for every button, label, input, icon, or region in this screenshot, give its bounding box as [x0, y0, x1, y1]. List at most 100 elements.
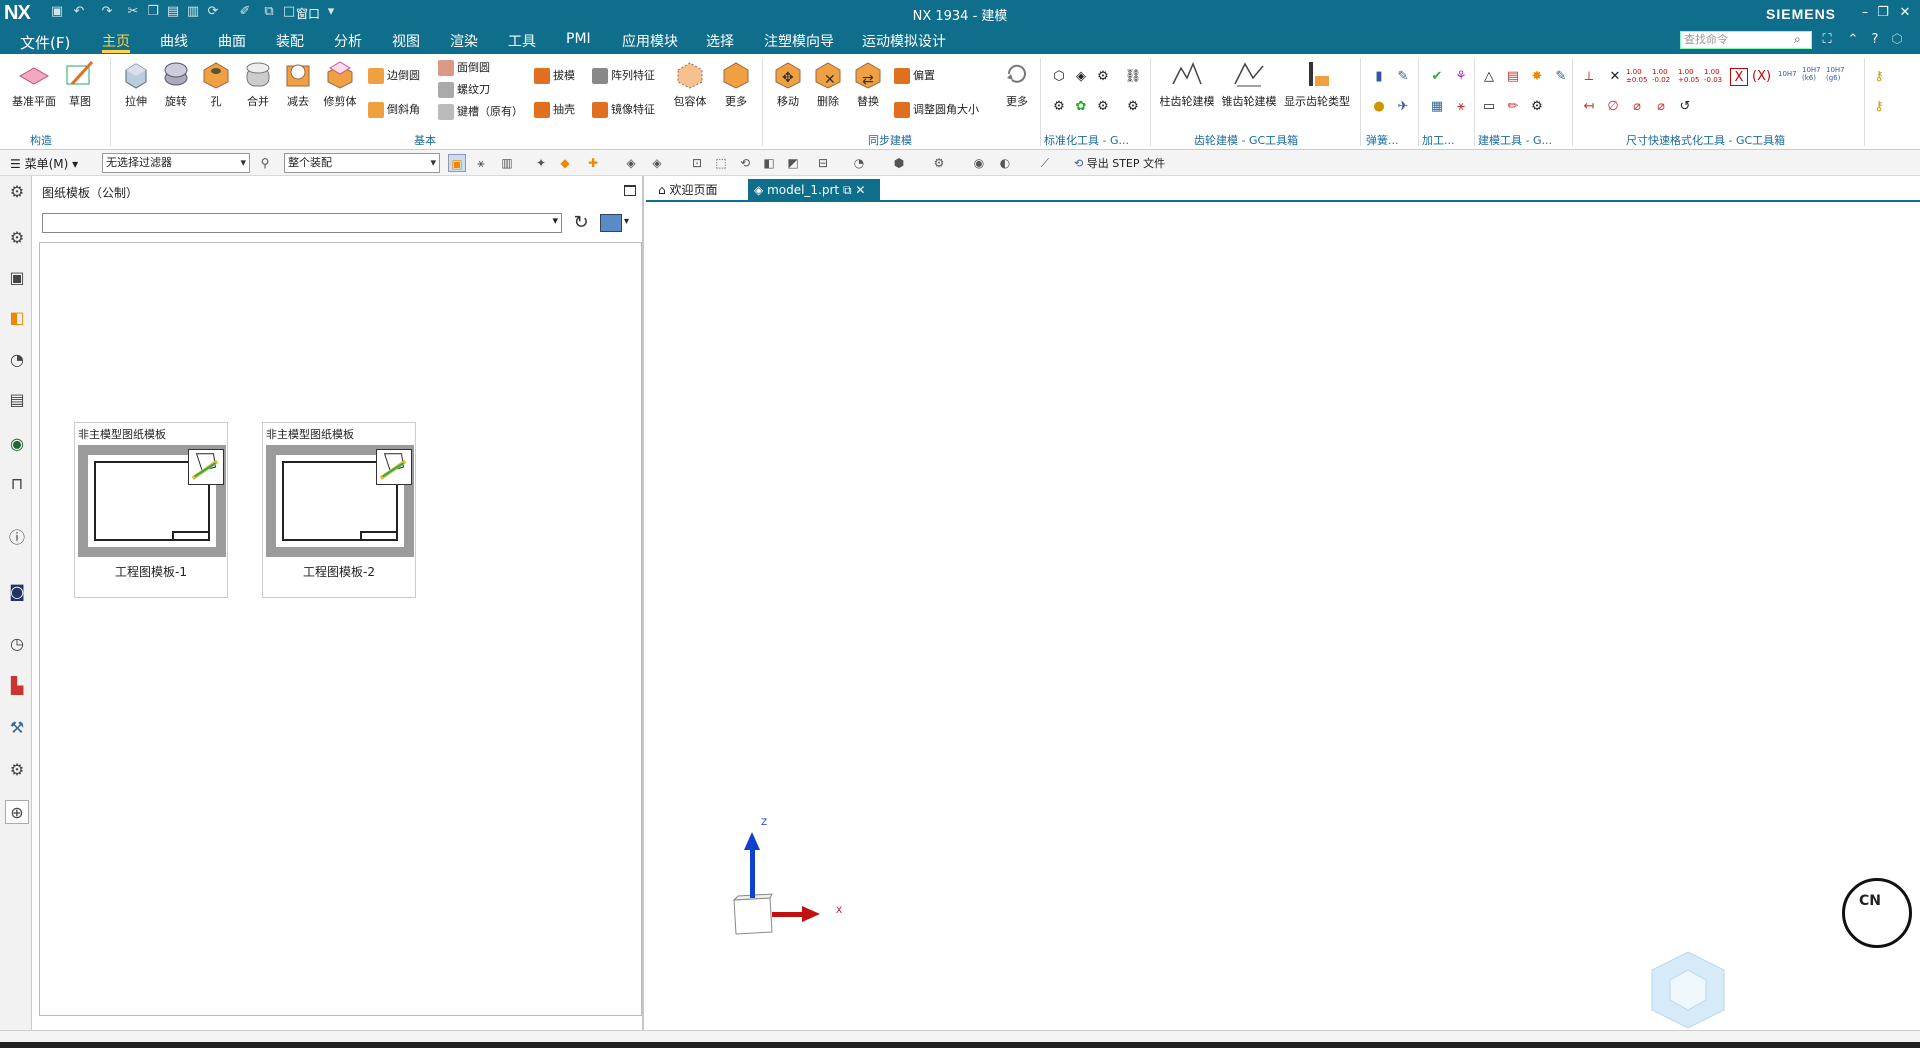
measure-icon[interactable]: ⟋: [1036, 154, 1054, 172]
view-orient-icon[interactable]: ◧: [760, 154, 778, 172]
dim-format-icon[interactable]: ↤: [1580, 98, 1598, 116]
shaded-icon[interactable]: ⬢: [890, 154, 908, 172]
web-browser-icon[interactable]: ◉: [5, 432, 29, 456]
dim-format-icon[interactable]: ✕: [1606, 68, 1624, 86]
filter-funnel-icon[interactable]: ⚲: [256, 154, 274, 172]
pattern-feature-button[interactable]: 阵列特征: [592, 66, 655, 86]
tab-motion-design[interactable]: 运动模拟设计: [862, 31, 946, 53]
modeling-tool-icon[interactable]: ✏: [1504, 98, 1522, 116]
select-features-icon[interactable]: ▣: [448, 154, 466, 172]
move-face-button[interactable]: ✥ 移动: [768, 58, 808, 109]
tolerance-1-button[interactable]: 1.00 ±0.05: [1626, 68, 1650, 84]
std-tool-icon[interactable]: ✿: [1072, 98, 1090, 116]
thread-button[interactable]: 螺纹刀: [438, 80, 490, 100]
ribbon-options-icon[interactable]: ⬡: [1886, 30, 1908, 50]
tab-mold-wizard[interactable]: 注塑模向导: [764, 31, 834, 53]
sketch-button[interactable]: 草图: [60, 58, 100, 109]
view-frame-icon[interactable]: ⊟: [814, 154, 832, 172]
subtract-button[interactable]: 减去: [278, 58, 318, 109]
modeling-tool-icon[interactable]: ▤: [1504, 68, 1522, 86]
view-fit-icon[interactable]: ⊡: [688, 154, 706, 172]
std-tool-icon[interactable]: ⚙: [1094, 68, 1112, 86]
dim-reset-icon[interactable]: ↺: [1676, 98, 1694, 116]
tab-pin-icon[interactable]: ⧉: [843, 183, 852, 197]
wrap-body-button[interactable]: 包容体: [668, 58, 712, 109]
file-menu[interactable]: 文件(F): [20, 32, 70, 53]
restore-icon[interactable]: ❐: [1872, 3, 1894, 23]
tab-view[interactable]: 视图: [392, 31, 420, 53]
hd3d-tools-icon[interactable]: ▤: [5, 388, 29, 412]
component-filter-icon[interactable]: ▥: [498, 154, 516, 172]
maximize-panel-icon[interactable]: [624, 185, 636, 196]
replace-face-button[interactable]: ⇄ 替换: [848, 58, 888, 109]
modeling-tool-icon[interactable]: ⚙: [1528, 98, 1546, 116]
tolerance-4-button[interactable]: 1.00 -0.03: [1704, 68, 1728, 84]
snap-icon[interactable]: ✚: [584, 154, 602, 172]
tab-pmi[interactable]: PMI: [566, 31, 591, 53]
machining-tool-icon[interactable]: ⚘: [1452, 68, 1470, 86]
reuse-library-icon[interactable]: ◔: [5, 348, 29, 372]
command-search-input[interactable]: 查找命令: [1680, 31, 1812, 49]
fit-2-button[interactable]: 10H7 (k6): [1802, 66, 1822, 82]
refresh-icon[interactable]: ↻: [570, 212, 592, 234]
face-blend-button[interactable]: 面倒圆: [438, 58, 490, 78]
std-tool-icon[interactable]: ⬡: [1050, 68, 1068, 86]
tab-surface[interactable]: 曲面: [218, 31, 246, 53]
search-icon[interactable]: ⌕: [1794, 32, 1810, 48]
bevel-gear-button[interactable]: 锥齿轮建模: [1218, 58, 1280, 109]
tab-assembly[interactable]: 装配: [276, 31, 304, 53]
history-icon[interactable]: ⊓: [5, 472, 29, 496]
std-tool-icon[interactable]: ⚙: [1094, 98, 1112, 116]
delete-face-button[interactable]: ✕ 删除: [808, 58, 848, 109]
drawing-templates-icon[interactable]: ⊕: [5, 800, 29, 824]
unite-button[interactable]: 合并: [238, 58, 278, 109]
dim-format-icon[interactable]: ⌀: [1652, 98, 1670, 116]
tab-tools[interactable]: 工具: [508, 31, 536, 53]
template-card[interactable]: 非主模型图纸模板 工程图模板-2: [262, 422, 416, 598]
spring-tool-icon[interactable]: ▮: [1370, 68, 1388, 86]
snap-icon[interactable]: ✦: [532, 154, 550, 172]
collapse-ribbon-icon[interactable]: ⌃: [1842, 30, 1864, 50]
sync-more-button[interactable]: 更多: [998, 58, 1036, 109]
trim-body-button[interactable]: 修剪体: [318, 58, 362, 109]
revolve-button[interactable]: 旋转: [156, 58, 196, 109]
view-mode-dropdown-icon[interactable]: ▾: [624, 216, 629, 227]
modeling-tool-icon[interactable]: ✎: [1552, 68, 1570, 86]
show-hide-icon[interactable]: ◉: [970, 154, 988, 172]
resize-blend-button[interactable]: 调整圆角大小: [894, 100, 979, 120]
machining-tool-icon[interactable]: ⚹: [1452, 98, 1470, 116]
fullscreen-icon[interactable]: ⛶: [1816, 30, 1838, 50]
system-materials-icon[interactable]: ◙: [5, 580, 29, 604]
tab-home[interactable]: 主页: [102, 31, 130, 53]
tab-close-icon[interactable]: ✕: [855, 183, 865, 197]
template-card[interactable]: 非主模型图纸模板 工程图模板-1: [74, 422, 228, 598]
spring-tool-icon[interactable]: ✎: [1394, 68, 1412, 86]
basic-dim-icon[interactable]: X: [1730, 68, 1748, 86]
fit-3-button[interactable]: 10H7 (g6): [1826, 66, 1846, 82]
dim-format-icon[interactable]: ∅: [1604, 98, 1622, 116]
render-style-icon[interactable]: ◔: [850, 154, 868, 172]
std-tool-icon[interactable]: ⚙: [1050, 98, 1068, 116]
draft-button[interactable]: 拔模: [534, 66, 575, 86]
show-gear-type-button[interactable]: 显示齿轮类型: [1280, 58, 1354, 109]
tolerance-2-button[interactable]: 1.00 -0.02: [1652, 68, 1676, 84]
modeling-tool-icon[interactable]: ▭: [1480, 98, 1498, 116]
mold-wizard-icon[interactable]: ⚙: [5, 758, 29, 782]
cyl-gear-button[interactable]: 柱齿轮建模: [1156, 58, 1218, 109]
tolerance-3-button[interactable]: 1.00 +0.05: [1678, 68, 1702, 84]
std-tool-icon[interactable]: ⚙: [1124, 98, 1142, 116]
tab-analysis[interactable]: 分析: [334, 31, 362, 53]
chamfer-button[interactable]: 倒斜角: [368, 100, 420, 120]
tab-curve[interactable]: 曲线: [160, 31, 188, 53]
edge-blend-button[interactable]: 边倒圆: [368, 66, 420, 86]
std-tool-icon[interactable]: ⛓: [1124, 68, 1142, 86]
hole-button[interactable]: 孔: [196, 58, 236, 109]
clock-icon[interactable]: ◷: [5, 632, 29, 656]
export-step-button[interactable]: ⟲ 导出 STEP 文件: [1074, 155, 1165, 171]
view-style-icon[interactable]: ◩: [784, 154, 802, 172]
reference-dim-icon[interactable]: (X): [1752, 68, 1771, 86]
tab-applications[interactable]: 应用模块: [622, 31, 678, 53]
modeling-tool-icon[interactable]: ✸: [1528, 68, 1546, 86]
part-navigator-icon[interactable]: ◧: [5, 306, 29, 330]
offset-region-button[interactable]: 偏置: [894, 66, 935, 86]
